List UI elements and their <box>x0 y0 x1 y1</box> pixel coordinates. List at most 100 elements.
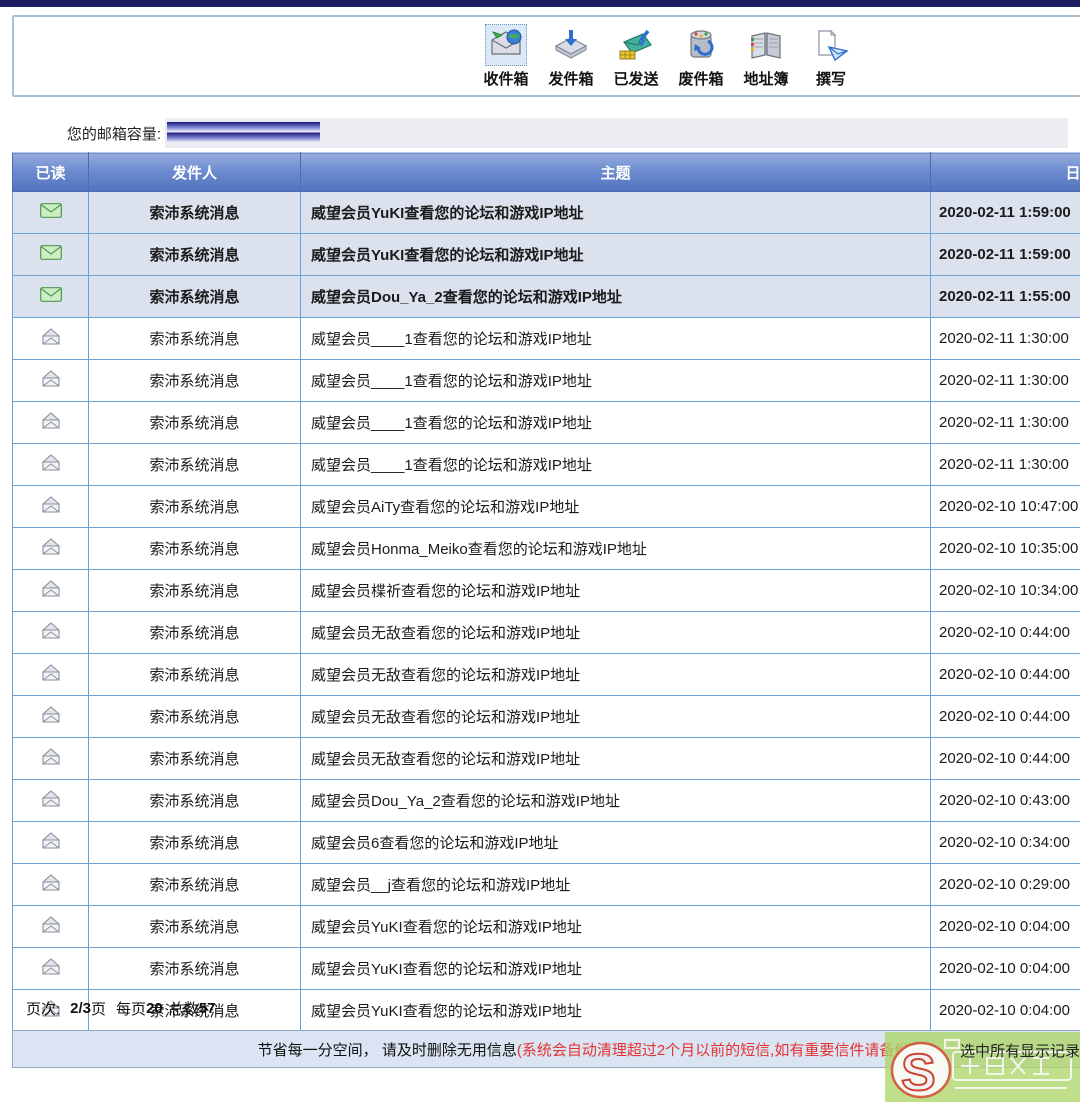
read-status-cell <box>13 864 89 906</box>
sender-cell: 索沛系统消息 <box>89 696 301 738</box>
mail-row[interactable]: 索沛系统消息 威望会员无敌查看您的论坛和游戏IP地址 2020-02-10 0:… <box>13 738 1080 780</box>
date-cell: 2020-02-10 0:34:00 <box>931 822 1080 864</box>
trash-icon <box>680 24 722 66</box>
date-cell: 2020-02-11 1:30:00 <box>931 444 1080 486</box>
mail-row[interactable]: 索沛系统消息 威望会员Honma_Meiko查看您的论坛和游戏IP地址 2020… <box>13 528 1080 570</box>
mail-row[interactable]: 索沛系统消息 威望会员Dou_Ya_2查看您的论坛和游戏IP地址 2020-02… <box>13 780 1080 822</box>
capacity-row: 您的邮箱容量: <box>12 118 1068 148</box>
subject-cell[interactable]: 威望会员无敌查看您的论坛和游戏IP地址 <box>301 612 931 654</box>
subject-cell[interactable]: 威望会员无敌查看您的论坛和游戏IP地址 <box>301 738 931 780</box>
mail-row[interactable]: 索沛系统消息 威望会员YuKI查看您的论坛和游戏IP地址 2020-02-11 … <box>13 192 1080 234</box>
subject-cell[interactable]: 威望会员Dou_Ya_2查看您的论坛和游戏IP地址 <box>301 780 931 822</box>
toolbar-addressbook[interactable]: 地址簿 <box>742 24 790 89</box>
toolbar-sent[interactable]: 已发送 <box>612 24 660 89</box>
pagination-total-value: 57 <box>199 1000 216 1017</box>
envelope-closed-icon <box>40 245 62 264</box>
date-cell: 2020-02-11 1:59:00 <box>931 192 1080 234</box>
date-cell: 2020-02-11 1:30:00 <box>931 402 1080 444</box>
toolbar-outbox-label: 发件箱 <box>548 68 593 89</box>
mail-row[interactable]: 索沛系统消息 威望会员Dou_Ya_2查看您的论坛和游戏IP地址 2020-02… <box>13 276 1080 318</box>
sender-cell: 索沛系统消息 <box>89 948 301 990</box>
mail-row[interactable]: 索沛系统消息 威望会员楪祈查看您的论坛和游戏IP地址 2020-02-10 10… <box>13 570 1080 612</box>
envelope-open-icon <box>40 790 62 811</box>
mail-row[interactable]: 索沛系统消息 威望会员无敌查看您的论坛和游戏IP地址 2020-02-10 0:… <box>13 654 1080 696</box>
mail-row[interactable]: 索沛系统消息 威望会员____1查看您的论坛和游戏IP地址 2020-02-11… <box>13 318 1080 360</box>
read-status-cell <box>13 318 89 360</box>
read-status-cell <box>13 612 89 654</box>
warning-text: (系统会自动清理超过2个月以前的短信,如有重要信件请备份) <box>517 1039 915 1060</box>
mail-row[interactable]: 索沛系统消息 威望会员无敌查看您的论坛和游戏IP地址 2020-02-10 0:… <box>13 612 1080 654</box>
subject-cell[interactable]: 威望会员无敌查看您的论坛和游戏IP地址 <box>301 654 931 696</box>
read-status-cell <box>13 276 89 318</box>
sender-cell: 索沛系统消息 <box>89 738 301 780</box>
envelope-open-icon <box>40 664 62 685</box>
pagination-label: 页次: <box>26 998 60 1019</box>
toolbar-trash[interactable]: 废件箱 <box>677 24 725 89</box>
subject-cell[interactable]: 威望会员Dou_Ya_2查看您的论坛和游戏IP地址 <box>301 276 931 318</box>
read-status-cell <box>13 906 89 948</box>
sender-cell: 索沛系统消息 <box>89 360 301 402</box>
capacity-label-cell: 您的邮箱容量: <box>12 118 165 148</box>
date-cell: 2020-02-10 0:04:00 <box>931 906 1080 948</box>
read-status-cell <box>13 234 89 276</box>
mail-row[interactable]: 索沛系统消息 威望会员YuKI查看您的论坛和游戏IP地址 2020-02-11 … <box>13 234 1080 276</box>
envelope-open-icon <box>40 370 62 391</box>
subject-cell[interactable]: 威望会员Honma_Meiko查看您的论坛和游戏IP地址 <box>301 528 931 570</box>
subject-cell[interactable]: 威望会员__j查看您的论坛和游戏IP地址 <box>301 864 931 906</box>
read-status-cell <box>13 738 89 780</box>
mail-row[interactable]: 索沛系统消息 威望会员YuKI查看您的论坛和游戏IP地址 2020-02-10 … <box>13 906 1080 948</box>
envelope-open-icon <box>40 622 62 643</box>
subject-cell[interactable]: 威望会员6查看您的论坛和游戏IP地址 <box>301 822 931 864</box>
subject-cell[interactable]: 威望会员____1查看您的论坛和游戏IP地址 <box>301 444 931 486</box>
envelope-open-icon <box>40 454 62 475</box>
subject-cell[interactable]: 威望会员____1查看您的论坛和游戏IP地址 <box>301 402 931 444</box>
envelope-open-icon <box>40 538 62 559</box>
mail-row[interactable]: 索沛系统消息 威望会员6查看您的论坛和游戏IP地址 2020-02-10 0:3… <box>13 822 1080 864</box>
pagination-per-value: 20 <box>146 1000 163 1017</box>
sender-cell: 索沛系统消息 <box>89 822 301 864</box>
toolbar-outbox[interactable]: 发件箱 <box>547 24 595 89</box>
subject-cell[interactable]: 威望会员YuKI查看您的论坛和游戏IP地址 <box>301 948 931 990</box>
read-status-cell <box>13 570 89 612</box>
subject-cell[interactable]: 威望会员楪祈查看您的论坛和游戏IP地址 <box>301 570 931 612</box>
pagination-per-label: 每页 <box>116 998 146 1019</box>
read-status-cell <box>13 948 89 990</box>
header-sender: 发件人 <box>89 153 301 192</box>
read-status-cell <box>13 654 89 696</box>
mail-row[interactable]: 索沛系统消息 威望会员YuKI查看您的论坛和游戏IP地址 2020-02-10 … <box>13 948 1080 990</box>
subject-cell[interactable]: 威望会员无敌查看您的论坛和游戏IP地址 <box>301 696 931 738</box>
date-cell: 2020-02-10 0:44:00 <box>931 654 1080 696</box>
sender-cell: 索沛系统消息 <box>89 528 301 570</box>
date-cell: 2020-02-10 0:44:00 <box>931 696 1080 738</box>
date-cell: 2020-02-10 10:34:00 <box>931 570 1080 612</box>
select-all-label[interactable]: 选中所有显示记录 <box>960 1040 1080 1061</box>
mail-row[interactable]: 索沛系统消息 威望会员__j查看您的论坛和游戏IP地址 2020-02-10 0… <box>13 864 1080 906</box>
read-status-cell <box>13 360 89 402</box>
toolbar-items: 收件箱 发件箱 <box>482 24 855 89</box>
subject-cell[interactable]: 威望会员YuKI查看您的论坛和游戏IP地址 <box>301 234 931 276</box>
sender-cell: 索沛系统消息 <box>89 402 301 444</box>
toolbar-trash-label: 废件箱 <box>678 68 723 89</box>
envelope-closed-icon <box>40 203 62 222</box>
subject-cell[interactable]: 威望会员YuKI查看您的论坛和游戏IP地址 <box>301 906 931 948</box>
subject-cell[interactable]: 威望会员____1查看您的论坛和游戏IP地址 <box>301 360 931 402</box>
capacity-label: 您的邮箱容量: <box>67 123 161 144</box>
mail-row[interactable]: 索沛系统消息 威望会员____1查看您的论坛和游戏IP地址 2020-02-11… <box>13 402 1080 444</box>
sender-cell: 索沛系统消息 <box>89 570 301 612</box>
mail-row[interactable]: 索沛系统消息 威望会员无敌查看您的论坛和游戏IP地址 2020-02-10 0:… <box>13 696 1080 738</box>
sender-cell: 索沛系统消息 <box>89 906 301 948</box>
date-cell: 2020-02-11 1:30:00 <box>931 360 1080 402</box>
mail-row[interactable]: 索沛系统消息 威望会员____1查看您的论坛和游戏IP地址 2020-02-11… <box>13 360 1080 402</box>
mail-row[interactable]: 索沛系统消息 威望会员AiTy查看您的论坛和游戏IP地址 2020-02-10 … <box>13 486 1080 528</box>
subject-cell[interactable]: 威望会员AiTy查看您的论坛和游戏IP地址 <box>301 486 931 528</box>
mail-row[interactable]: 索沛系统消息 威望会员____1查看您的论坛和游戏IP地址 2020-02-11… <box>13 444 1080 486</box>
top-strip <box>0 0 1080 7</box>
sender-cell: 索沛系统消息 <box>89 612 301 654</box>
subject-cell[interactable]: 威望会员____1查看您的论坛和游戏IP地址 <box>301 318 931 360</box>
toolbar-inbox[interactable]: 收件箱 <box>482 24 530 89</box>
subject-cell[interactable]: 威望会员YuKI查看您的论坛和游戏IP地址 <box>301 192 931 234</box>
toolbar-compose[interactable]: 撰写 <box>807 24 855 89</box>
date-cell: 2020-02-11 1:55:00 <box>931 276 1080 318</box>
envelope-open-icon <box>40 958 62 979</box>
date-cell: 2020-02-10 0:29:00 <box>931 864 1080 906</box>
